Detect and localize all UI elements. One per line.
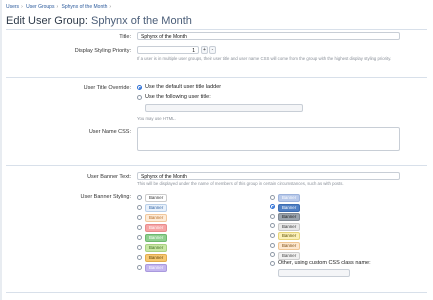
title-input[interactable]: Sphynx of the Month — [137, 32, 400, 40]
override-custom-radio[interactable] — [137, 95, 142, 100]
banner-style-right-radio[interactable] — [270, 223, 275, 229]
banner-style-left-sample[interactable]: Banner — [145, 204, 168, 212]
banner-style-left-radio[interactable] — [137, 234, 142, 240]
breadcrumb-separator: › — [109, 4, 112, 10]
banner-text-hint: This will be displayed under the name of… — [137, 181, 344, 186]
banner-style-left-sample[interactable]: Banner — [145, 264, 168, 272]
banner-style-left-radio[interactable] — [137, 254, 142, 260]
banner-style-left-sample[interactable]: Banner — [145, 214, 168, 222]
priority-decrease-button[interactable]: - — [209, 46, 216, 54]
banner-style-left-sample[interactable]: Banner — [145, 224, 168, 232]
banner-style-right-radio[interactable] — [270, 252, 275, 258]
override-hint: You may use HTML. — [137, 116, 176, 121]
breadcrumb: Users › User Groups › Sphynx of the Month › — [6, 4, 113, 10]
banner-style-left-radio[interactable] — [137, 204, 142, 210]
override-default-label[interactable]: Use the default user title ladder — [145, 84, 221, 90]
banner-other-label[interactable]: Other, using custom CSS class name: — [278, 260, 371, 266]
banner-text-input[interactable]: Sphynx of the Month — [137, 172, 400, 180]
divider — [6, 29, 427, 30]
banner-style-right-sample[interactable]: Banner — [278, 213, 301, 222]
breadcrumb-user-groups[interactable]: User Groups — [26, 4, 54, 10]
override-custom-label[interactable]: Use the following user title: — [145, 94, 211, 100]
window-edge — [0, 0, 2, 300]
banner-style-left-radio[interactable] — [137, 244, 142, 250]
breadcrumb-separator: › — [21, 4, 23, 10]
breadcrumb-group[interactable]: Sphynx of the Month — [62, 4, 108, 10]
banner-style-left-sample[interactable]: Banner — [145, 254, 168, 262]
override-label: User Title Override: — [83, 85, 131, 91]
banner-style-left-radio[interactable] — [137, 264, 142, 270]
banner-style-right-radio[interactable] — [270, 213, 275, 219]
priority-hint: If a user is in multiple user groups, th… — [137, 56, 392, 61]
title-label: Title: — [119, 34, 131, 40]
banner-style-left-sample[interactable]: Banner — [145, 244, 168, 252]
page-title-prefix: Edit User Group: — [6, 15, 88, 27]
priority-input[interactable]: 1 — [137, 46, 199, 54]
banner-style-right-sample[interactable]: Banner — [278, 251, 301, 260]
banner-style-left-radio[interactable] — [137, 214, 142, 220]
custom-title-input[interactable] — [145, 104, 303, 112]
override-default-radio[interactable] — [137, 85, 142, 90]
banner-style-right-sample[interactable]: Banner — [278, 222, 301, 231]
page-title-name: Sphynx of the Month — [90, 15, 192, 27]
page-title: Edit User Group: Sphynx of the Month — [6, 15, 192, 27]
css-label: User Name CSS: — [88, 129, 131, 135]
banner-style-right-radio[interactable] — [270, 204, 275, 210]
banner-style-right-radio[interactable] — [270, 242, 275, 248]
css-textarea[interactable] — [137, 127, 400, 151]
banner-style-left-sample[interactable]: Banner — [145, 194, 168, 202]
banner-style-right-sample[interactable]: Banner — [278, 203, 301, 212]
breadcrumb-separator: › — [56, 4, 59, 10]
banner-style-right-radio[interactable] — [270, 194, 275, 200]
banner-other-radio[interactable] — [270, 261, 275, 266]
banner-style-right-sample[interactable]: Banner — [278, 194, 301, 202]
banner-styling-label: User Banner Styling: — [80, 194, 131, 200]
banner-style-right-radio[interactable] — [270, 232, 275, 238]
banner-style-left-sample[interactable]: Banner — [145, 234, 168, 242]
banner-style-left-radio[interactable] — [137, 224, 142, 230]
banner-style-left-radio[interactable] — [137, 194, 142, 200]
divider — [6, 77, 427, 78]
banner-custom-class-input[interactable] — [278, 269, 350, 277]
divider — [6, 292, 427, 293]
priority-label: Display Styling Priority: — [74, 48, 131, 54]
banner-style-right-sample[interactable]: Banner — [278, 232, 301, 241]
banner-text-label: User Banner Text: — [87, 174, 131, 180]
priority-increase-button[interactable]: + — [201, 46, 208, 54]
breadcrumb-users[interactable]: Users — [6, 4, 19, 10]
banner-style-right-sample[interactable]: Banner — [278, 242, 301, 250]
divider — [6, 165, 427, 166]
